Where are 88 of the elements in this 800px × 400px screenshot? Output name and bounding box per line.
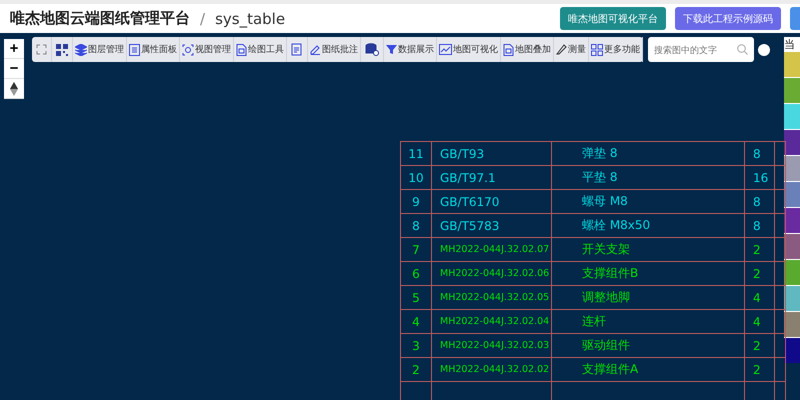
table-cell: 16 bbox=[744, 166, 774, 190]
table-cell: 8 bbox=[744, 142, 774, 166]
color-swatch[interactable] bbox=[784, 260, 800, 285]
table-cell: 平垫 8 bbox=[552, 166, 744, 190]
table-cell: 8 bbox=[744, 214, 774, 238]
color-swatch[interactable] bbox=[784, 208, 800, 233]
table-cell: 6 bbox=[400, 262, 432, 286]
fullscreen-icon bbox=[36, 44, 47, 55]
table-cell: 2 bbox=[744, 262, 774, 286]
table-cell: 4 bbox=[744, 310, 774, 334]
color-swatch[interactable] bbox=[784, 156, 800, 181]
database-icon bbox=[365, 43, 379, 56]
search-icon bbox=[737, 44, 748, 55]
toolbar-button[interactable]: 地图叠加 bbox=[501, 37, 554, 62]
color-swatch[interactable] bbox=[784, 130, 800, 155]
table-cell: 驱动组件 bbox=[552, 334, 744, 358]
color-swatch[interactable] bbox=[784, 182, 800, 207]
toolbar-button[interactable]: 测量 bbox=[554, 37, 589, 62]
table-cell: MH2022-044J.32.02.02 bbox=[432, 358, 552, 382]
pen-icon bbox=[310, 44, 321, 55]
document-icon bbox=[503, 44, 514, 56]
toolbar-button[interactable]: 视图管理 bbox=[180, 37, 234, 62]
table-cell: 5 bbox=[400, 286, 432, 310]
document-icon bbox=[236, 44, 247, 56]
table-cell: 2 bbox=[744, 358, 774, 382]
header-button[interactable]: 唯杰地图可视化平台 bbox=[560, 7, 666, 30]
compass-button[interactable] bbox=[4, 79, 24, 99]
table-cell: GB/T93 bbox=[432, 142, 552, 166]
qr-code-icon bbox=[56, 44, 68, 56]
toolbar-button[interactable]: 绘图工具 bbox=[234, 37, 287, 62]
view-icon bbox=[182, 44, 194, 56]
table-cell: MH2022-044J.32.02.06 bbox=[432, 262, 552, 286]
table-cell: MH2022-044J.32.02.07 bbox=[432, 238, 552, 262]
color-swatch[interactable] bbox=[784, 286, 800, 311]
table-cell: GB/T5783 bbox=[432, 214, 552, 238]
table-cell: 调整地脚 bbox=[552, 286, 744, 310]
panel-title: 当 bbox=[784, 37, 796, 51]
color-swatch[interactable] bbox=[784, 338, 800, 363]
table-cell: 4 bbox=[400, 310, 432, 334]
table-cell: 连杆 bbox=[552, 310, 744, 334]
edit-icon bbox=[291, 43, 303, 56]
compass-icon bbox=[10, 82, 18, 96]
page-name: sys_table bbox=[215, 10, 286, 28]
search-field[interactable]: 搜索图中的文字 bbox=[648, 37, 754, 62]
table-cell: 10 bbox=[400, 166, 432, 190]
color-swatch[interactable] bbox=[784, 104, 800, 129]
table-cell: 2 bbox=[744, 238, 774, 262]
table-cell: GB/T6170 bbox=[432, 190, 552, 214]
table-cell: 支撑组件A bbox=[552, 358, 744, 382]
toolbar-button[interactable]: 数据展示 bbox=[384, 37, 437, 62]
toolbar-button[interactable]: 图纸批注 bbox=[308, 37, 361, 62]
panel-toggle[interactable] bbox=[758, 44, 770, 56]
table-cell: 8 bbox=[744, 190, 774, 214]
table-cell: 2 bbox=[400, 358, 432, 382]
table-cell: 7 bbox=[400, 238, 432, 262]
table-cell: 2 bbox=[744, 334, 774, 358]
table-cell: 8 bbox=[400, 214, 432, 238]
table-cell: 开关支架 bbox=[552, 238, 744, 262]
color-swatch[interactable] bbox=[784, 312, 800, 337]
header-button[interactable]: 下载此工程示例源码 bbox=[675, 7, 781, 30]
table-cell: MH2022-044J.32.02.03 bbox=[432, 334, 552, 358]
color-swatch[interactable] bbox=[784, 52, 800, 77]
toolbar-button[interactable]: 更多功能 bbox=[589, 37, 643, 62]
toolbar-button[interactable]: 图层管理 bbox=[73, 37, 127, 62]
toolbar-button[interactable]: 属性面板 bbox=[127, 37, 180, 62]
color-swatch[interactable] bbox=[784, 78, 800, 103]
table-cell: 螺母 M8 bbox=[552, 190, 744, 214]
toolbar-button[interactable]: 地图可视化 bbox=[437, 37, 501, 62]
table-cell: 4 bbox=[744, 286, 774, 310]
app-title: 唯杰地图云端图纸管理平台 bbox=[10, 9, 190, 28]
color-swatch[interactable] bbox=[784, 234, 800, 259]
breadcrumb-separator: / bbox=[200, 10, 206, 28]
table-cell: MH2022-044J.32.02.04 bbox=[432, 310, 552, 334]
table-cell: 支撑组件B bbox=[552, 262, 744, 286]
grid-icon bbox=[591, 44, 603, 56]
table-cell: MH2022-044J.32.02.05 bbox=[432, 286, 552, 310]
list-icon bbox=[129, 44, 140, 56]
filter-icon bbox=[386, 44, 397, 55]
table-cell: 11 bbox=[400, 142, 432, 166]
table-cell: 9 bbox=[400, 190, 432, 214]
table-cell: 3 bbox=[400, 334, 432, 358]
table-cell: 螺栓 M8x50 bbox=[552, 214, 744, 238]
ruler-icon bbox=[556, 44, 567, 55]
layers-icon bbox=[75, 44, 87, 56]
table-cell: GB/T97.1 bbox=[432, 166, 552, 190]
line-chart-icon bbox=[439, 44, 452, 55]
zoom-button[interactable]: + bbox=[4, 39, 24, 59]
table-cell: 弹垫 8 bbox=[552, 142, 744, 166]
